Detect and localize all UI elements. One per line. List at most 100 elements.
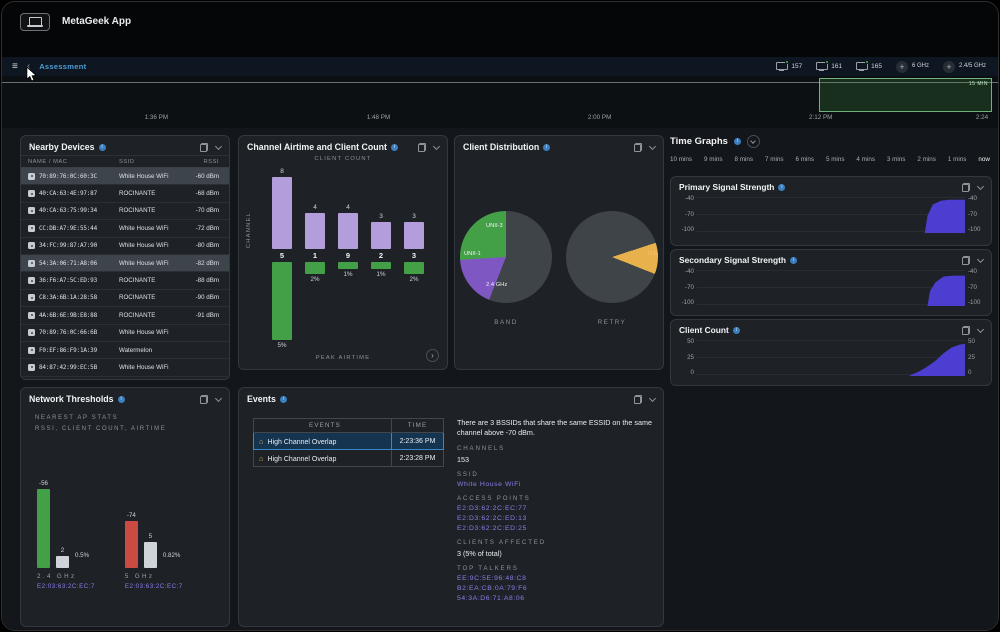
client-count-area-chart[interactable] xyxy=(697,338,965,376)
client-count-bar xyxy=(272,177,292,249)
chevron-down-icon[interactable] xyxy=(215,394,222,401)
device-row[interactable]: 40:CA:63:75:99:34 ROCINANTE -70 dBm xyxy=(21,203,229,220)
copy-icon[interactable] xyxy=(200,143,208,152)
pie xyxy=(460,211,552,303)
channel-monitor[interactable]: 161 xyxy=(816,62,842,71)
add-band-button[interactable]: 6 GHz xyxy=(896,61,929,73)
copy-icon[interactable] xyxy=(962,326,970,335)
info-icon[interactable] xyxy=(733,327,740,334)
event-row[interactable]: ⌂High Channel Overlap 2:23:36 PM xyxy=(254,433,444,450)
info-icon[interactable] xyxy=(280,396,287,403)
device-row[interactable]: 40:CA:63:4E:97:87 ROCINANTE -68 dBm xyxy=(21,185,229,202)
device-row[interactable]: 34:FC:99:87:A7:90 White House WiFi -80 d… xyxy=(21,238,229,255)
device-row[interactable]: CC:DB:A7:9E:55:44 White House WiFi -72 d… xyxy=(21,220,229,237)
info-icon[interactable] xyxy=(118,396,125,403)
time-range-option[interactable]: 7 mins xyxy=(765,156,784,163)
chevron-down-icon[interactable] xyxy=(977,325,984,332)
device-rssi: -82 dBm xyxy=(183,260,227,267)
ap-mac-link[interactable]: E2:03:63:2C:EC:7 xyxy=(37,583,95,590)
device-icon xyxy=(28,312,35,319)
collapse-button[interactable] xyxy=(747,135,760,148)
retry-pie-chart[interactable]: 11% xyxy=(566,211,658,303)
channel-column[interactable]: 4 9 1% xyxy=(338,165,358,352)
channel-column[interactable]: 8 5 5% xyxy=(272,165,292,352)
client-count-axis-label: CLIENT COUNT xyxy=(239,156,447,162)
menu-icon[interactable]: ≡ xyxy=(12,62,18,72)
chevron-down-icon[interactable] xyxy=(649,142,656,149)
app-icon-button[interactable] xyxy=(20,13,50,31)
time-range-option[interactable]: 10 mins xyxy=(670,156,692,163)
signal-area-chart[interactable] xyxy=(697,268,965,306)
channel-monitor[interactable]: 157 xyxy=(776,62,802,71)
y-axis-left: -40-70-100 xyxy=(677,268,697,306)
channel-monitor[interactable]: 165 xyxy=(856,62,882,71)
chevron-down-icon[interactable] xyxy=(649,394,656,401)
channels-value: 153 xyxy=(457,455,653,464)
device-row[interactable]: C8:3A:6B:1A:28:58 ROCINANTE -90 dBm xyxy=(21,290,229,307)
copy-icon[interactable] xyxy=(200,395,208,404)
ap-link[interactable]: E2:D3:62:2C:EC:77 xyxy=(457,505,653,512)
time-graphs-title: Time Graphs xyxy=(670,136,728,147)
thresholds-bar-chart[interactable]: -56 2 0.5% 2.4 GHz E2:03:63:2C:EC:7 -74 … xyxy=(37,476,183,590)
top-talkers-list: EE:9C:5E:96:48:C8 B2:EA:CB:0A:79:F6 54:3A:… xyxy=(457,575,653,602)
chevron-down-icon[interactable] xyxy=(215,142,222,149)
channel-column[interactable]: 3 2 1% xyxy=(371,165,391,352)
talker-link[interactable]: 54:3A:D6:71:A8:06 xyxy=(457,595,653,602)
info-icon[interactable] xyxy=(391,144,398,151)
time-range-option[interactable]: 1 mins xyxy=(948,156,967,163)
copy-icon[interactable] xyxy=(634,143,642,152)
status-dot xyxy=(865,60,869,64)
chevron-right-button[interactable]: › xyxy=(426,349,439,362)
info-icon[interactable] xyxy=(543,144,550,151)
time-range-option[interactable]: 3 mins xyxy=(887,156,906,163)
ap-link[interactable]: E2:D3:62:2C:ED:25 xyxy=(457,525,653,532)
time-range-option[interactable]: 2 mins xyxy=(917,156,936,163)
timeline-selection[interactable]: 15 MIN xyxy=(819,78,992,112)
time-range-option[interactable]: 5 mins xyxy=(826,156,845,163)
time-range-option[interactable]: 8 mins xyxy=(734,156,753,163)
column-rssi: RSSI xyxy=(183,159,227,165)
chevron-down-icon[interactable] xyxy=(977,182,984,189)
breadcrumb-assessment[interactable]: Assessment xyxy=(39,62,86,71)
device-row[interactable]: 70:89:76:0C:66:6B White House WiFi xyxy=(21,325,229,342)
add-band-button[interactable]: 2.4/5 GHz xyxy=(943,61,986,73)
house-icon: ⌂ xyxy=(259,437,264,446)
time-range-option[interactable]: now xyxy=(978,156,990,163)
ap-mac-link[interactable]: E2:03:63:2C:EC:7 xyxy=(125,583,183,590)
band-pie-chart[interactable]: UNII-3 UNII-1 2.4 GHz xyxy=(460,211,552,303)
talker-link[interactable]: EE:9C:5E:96:48:C8 xyxy=(457,575,653,582)
device-row[interactable]: F0:EF:86:F9:1A:39 Watermelon xyxy=(21,342,229,359)
copy-icon[interactable] xyxy=(962,183,970,192)
timeline[interactable]: 15 MIN 1:36 PM 1:48 PM 2:00 PM 2:12 PM 2… xyxy=(2,76,998,128)
chevron-down-icon xyxy=(751,138,757,144)
device-row[interactable]: 4A:6B:6E:9B:E8:88 ROCINANTE -91 dBm xyxy=(21,307,229,324)
channel-bar-chart[interactable]: 8 5 5% 4 xyxy=(239,165,447,352)
device-row[interactable]: 84:87:42:99:EC:5B White House WiFi xyxy=(21,359,229,376)
ap-link[interactable]: E2:D3:62:2C:ED:13 xyxy=(457,515,653,522)
ssid-link[interactable]: White House WiFi xyxy=(457,481,653,488)
info-icon[interactable] xyxy=(790,257,797,264)
device-ssid: ROCINANTE xyxy=(119,190,183,197)
chevron-down-icon[interactable] xyxy=(977,255,984,262)
time-range-option[interactable]: 4 mins xyxy=(856,156,875,163)
copy-icon[interactable] xyxy=(962,256,970,265)
info-icon[interactable] xyxy=(99,144,106,151)
info-icon[interactable] xyxy=(734,138,741,145)
copy-icon[interactable] xyxy=(634,395,642,404)
panel-header: Events xyxy=(239,388,663,407)
event-row[interactable]: ⌂High Channel Overlap 2:23:28 PM xyxy=(254,450,444,467)
time-range-option[interactable]: 6 mins xyxy=(795,156,814,163)
talker-link[interactable]: B2:EA:CB:0A:79:F6 xyxy=(457,585,653,592)
channel-column[interactable]: 3 3 2% xyxy=(404,165,424,352)
info-icon[interactable] xyxy=(778,184,785,191)
status-dot xyxy=(785,60,789,64)
device-row[interactable]: 36:F6:A7:5C:ED:93 ROCINANTE -88 dBm xyxy=(21,272,229,289)
device-row[interactable]: 70:89:76:0C:60:3C White House WiFi -60 d… xyxy=(21,168,229,185)
device-icon xyxy=(28,207,35,214)
channel-column[interactable]: 4 1 2% xyxy=(305,165,325,352)
time-range-option[interactable]: 9 mins xyxy=(704,156,723,163)
chevron-down-icon[interactable] xyxy=(433,142,440,149)
copy-icon[interactable] xyxy=(418,143,426,152)
device-row[interactable]: 54:3A:06:71:A8:06 White House WiFi -82 d… xyxy=(21,255,229,272)
signal-area-chart[interactable] xyxy=(697,195,965,233)
